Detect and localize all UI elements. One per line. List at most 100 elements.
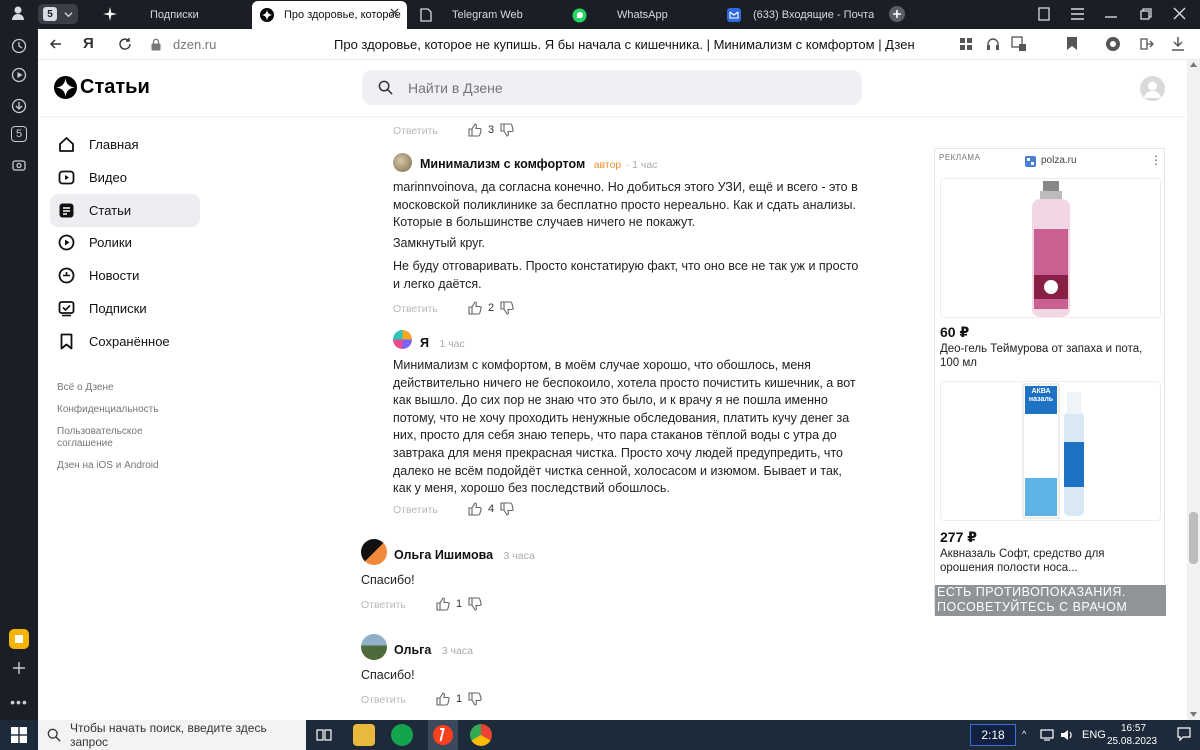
close-tab-icon[interactable] xyxy=(390,8,399,17)
search-input[interactable] xyxy=(408,70,848,105)
reply-button[interactable]: Ответить xyxy=(393,504,438,516)
more-options-icon[interactable]: ⋮ xyxy=(1150,153,1162,167)
ad-domain[interactable]: polza.ru xyxy=(1041,155,1077,166)
download-icon[interactable] xyxy=(10,97,28,115)
scrollbar-thumb[interactable] xyxy=(1189,512,1198,564)
ad-desc-2[interactable]: Аквназаль Софт, средство для орошения по… xyxy=(940,547,1160,575)
menu-icon[interactable] xyxy=(1070,7,1085,21)
sidebar-item-clips[interactable]: Ролики xyxy=(50,226,200,259)
search-box[interactable] xyxy=(362,70,862,105)
history-icon[interactable] xyxy=(10,37,28,55)
tray-chevron-icon[interactable]: ^ xyxy=(1022,729,1026,739)
bookmark-window-icon[interactable] xyxy=(1037,7,1051,21)
add-panel-icon[interactable] xyxy=(10,659,28,677)
footer-link-apps[interactable]: Дзен на iOS и Android xyxy=(57,460,197,472)
user-avatar[interactable] xyxy=(1140,76,1165,101)
minimize-icon[interactable] xyxy=(1104,7,1118,21)
sidebar-item-articles[interactable]: Статьи xyxy=(50,194,200,227)
like-icon[interactable] xyxy=(468,502,482,516)
taskbar-search[interactable]: Чтобы начать поиск, введите здесь запрос xyxy=(38,720,306,750)
share-icon[interactable] xyxy=(1138,36,1154,52)
author-avatar[interactable] xyxy=(393,153,412,172)
more-icon[interactable]: ••• xyxy=(10,693,28,711)
play-icon[interactable] xyxy=(10,66,28,84)
sidebar-item-home[interactable]: Главная xyxy=(50,128,200,161)
chrome-icon[interactable] xyxy=(470,724,492,746)
task-view-icon[interactable] xyxy=(316,727,332,743)
notifications-icon[interactable] xyxy=(1177,727,1191,742)
tab-telegram[interactable]: Telegram Web xyxy=(420,2,560,27)
page-scrollbar[interactable] xyxy=(1187,60,1200,720)
reload-icon[interactable] xyxy=(118,37,132,51)
rail-badge[interactable]: 5 xyxy=(11,126,27,142)
network-icon[interactable] xyxy=(1040,728,1054,742)
media-time[interactable]: 2:18 xyxy=(970,724,1016,746)
comment-author-name[interactable]: Ольга Ишимова xyxy=(394,548,493,562)
headphones-icon[interactable] xyxy=(986,37,1000,51)
like-icon[interactable] xyxy=(436,597,450,611)
lock-icon[interactable] xyxy=(150,38,162,51)
profile-icon[interactable] xyxy=(10,5,26,21)
ad-product-image-1[interactable] xyxy=(940,178,1161,318)
reply-button[interactable]: Ответить xyxy=(361,694,406,706)
close-window-icon[interactable] xyxy=(1173,7,1186,20)
back-icon[interactable] xyxy=(49,37,63,51)
notes-app-icon[interactable] xyxy=(9,629,29,649)
apps-icon[interactable] xyxy=(959,37,973,51)
yandex-logo-icon[interactable]: Я xyxy=(83,35,94,52)
extension-icon[interactable] xyxy=(1010,35,1028,53)
tab-group-switcher[interactable]: 5 xyxy=(38,4,78,24)
footer-link-about[interactable]: Всё о Дзене xyxy=(57,382,167,394)
new-tab-icon[interactable] xyxy=(888,5,906,23)
tab-mail[interactable]: (633) Входящие - Почта M xyxy=(727,2,874,27)
url-text[interactable]: dzen.ru xyxy=(173,37,216,52)
screenshot-icon[interactable] xyxy=(10,156,28,174)
tab-active-article[interactable]: Про здоровье, которое xyxy=(252,1,407,29)
reply-button[interactable]: Ответить xyxy=(393,125,438,137)
ad-block[interactable]: РЕКЛАМА polza.ru ⋮ 60 ₽ Део-гель Теймуро… xyxy=(934,148,1166,616)
reply-button[interactable]: Ответить xyxy=(361,599,406,611)
footer-link-terms[interactable]: Пользовательское соглашение xyxy=(57,426,167,450)
windows-start-icon[interactable] xyxy=(11,727,27,743)
sidebar-item-subscriptions[interactable]: Подписки xyxy=(50,292,200,325)
ad-product-image-2[interactable]: АКВА назаль xyxy=(940,381,1161,521)
comment-author-name[interactable]: Ольга xyxy=(394,643,431,657)
comment-author-name[interactable]: Минимализм с комфортом xyxy=(420,157,585,171)
sparkle-icon[interactable] xyxy=(103,7,117,21)
user-avatar-olga-ishimova[interactable] xyxy=(361,539,387,565)
reply-button[interactable]: Ответить xyxy=(393,303,438,315)
clock-time[interactable]: 16:57 xyxy=(1121,723,1146,734)
sidebar-item-video[interactable]: Видео xyxy=(50,161,200,194)
bookmark-icon[interactable] xyxy=(1066,36,1078,51)
restore-icon[interactable] xyxy=(1139,7,1153,21)
dislike-icon[interactable] xyxy=(468,692,482,706)
scroll-down-icon[interactable] xyxy=(1190,712,1197,717)
file-explorer-icon[interactable] xyxy=(353,724,375,746)
download-manager-icon[interactable] xyxy=(1171,36,1185,51)
dislike-icon[interactable] xyxy=(468,597,482,611)
sidebar-item-saved[interactable]: Сохранённое xyxy=(50,325,200,358)
ad-desc-1[interactable]: Део-гель Теймурова от запаха и пота, 100… xyxy=(940,342,1160,370)
footer-link-privacy[interactable]: Конфиденциальность xyxy=(57,404,167,416)
like-icon[interactable] xyxy=(468,301,482,315)
messenger-app-icon[interactable] xyxy=(391,724,413,746)
yandex-browser-taskbar-icon[interactable] xyxy=(428,720,458,750)
palette-icon[interactable] xyxy=(1105,36,1121,52)
volume-icon[interactable] xyxy=(1060,728,1074,742)
scroll-up-icon[interactable] xyxy=(1190,62,1197,67)
user-avatar-olga[interactable] xyxy=(361,634,387,660)
tab-whatsapp[interactable]: WhatsApp xyxy=(572,2,712,27)
dislike-icon[interactable] xyxy=(500,123,514,137)
tab-subscriptions[interactable]: Подписки xyxy=(150,2,250,27)
dislike-icon[interactable] xyxy=(500,301,514,315)
dislike-icon[interactable] xyxy=(500,502,514,516)
language-indicator[interactable]: ENG xyxy=(1082,729,1106,741)
my-avatar[interactable] xyxy=(393,330,412,349)
sidebar-item-news[interactable]: Новости xyxy=(50,259,200,292)
like-icon[interactable] xyxy=(468,123,482,137)
logo-title[interactable]: Статьи xyxy=(80,76,150,99)
like-icon[interactable] xyxy=(436,692,450,706)
clock-date[interactable]: 25.08.2023 xyxy=(1107,736,1157,747)
comment-author-name[interactable]: Я xyxy=(420,336,429,350)
dzen-logo-icon[interactable] xyxy=(54,76,77,99)
